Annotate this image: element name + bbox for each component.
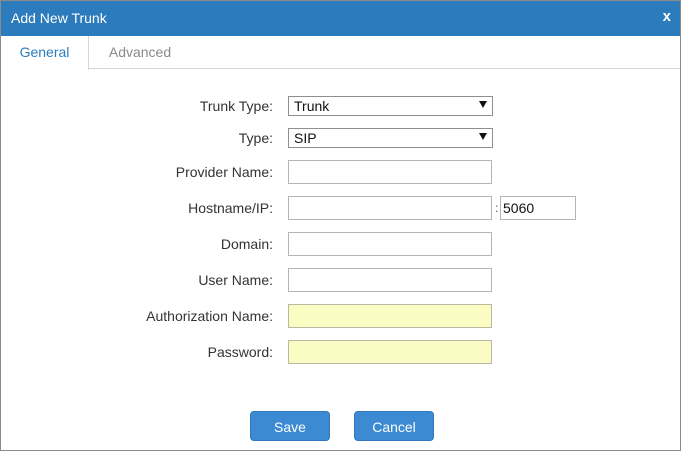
password-input[interactable] [288,340,492,364]
trunk-type-label: Trunk Type: [199,98,273,114]
authorization-name-label: Authorization Name: [146,308,273,324]
cancel-button[interactable]: Cancel [354,411,434,441]
hostname-label: Hostname/IP: [188,200,273,216]
authorization-name-input[interactable] [288,304,492,328]
type-value: SIP [294,130,317,146]
port-input[interactable]: 5060 [500,196,576,220]
trunk-type-value: Trunk [294,98,330,114]
dialog-title: Add New Trunk [11,10,107,26]
dropdown-arrow-icon [479,133,487,140]
user-name-label: User Name: [198,272,273,288]
tab-general[interactable]: General [1,36,89,70]
tab-advanced[interactable]: Advanced [89,36,191,69]
password-label: Password: [207,344,273,360]
add-new-trunk-dialog: Add New Trunk x General Advanced Trunk T… [0,0,681,451]
tab-bar: General Advanced [1,36,680,70]
provider-name-label: Provider Name: [175,164,273,180]
trunk-type-select[interactable]: Trunk [288,96,493,116]
port-separator: : [495,201,499,215]
user-name-input[interactable] [288,268,492,292]
dropdown-arrow-icon [479,101,487,108]
save-button[interactable]: Save [250,411,330,441]
type-select[interactable]: SIP [288,128,493,148]
domain-label: Domain: [220,236,273,252]
provider-name-input[interactable] [288,160,492,184]
domain-input[interactable] [288,232,492,256]
dialog-titlebar: Add New Trunk x [1,1,680,36]
close-icon[interactable]: x [663,8,671,26]
type-label: Type: [238,130,273,146]
hostname-input[interactable] [288,196,492,220]
